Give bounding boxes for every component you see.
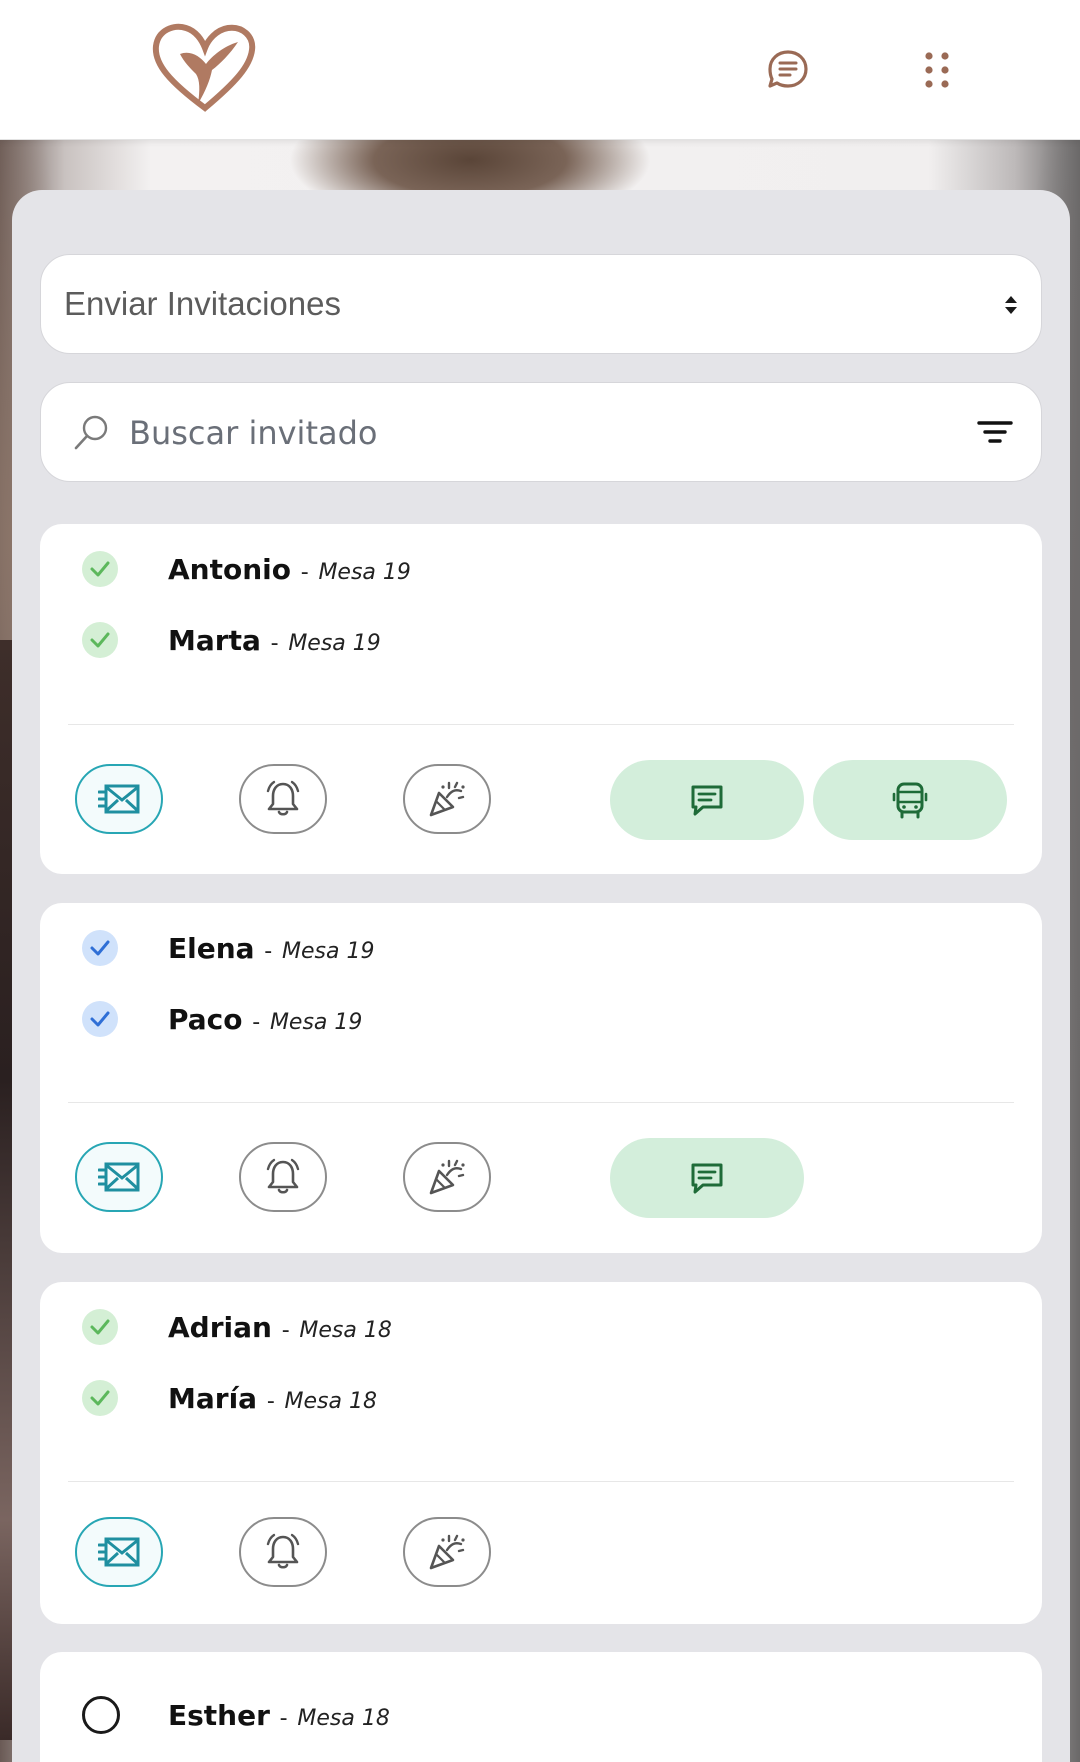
- search-icon: [74, 415, 108, 450]
- guest-name: Paco - Mesa 19: [168, 1002, 363, 1036]
- search-input[interactable]: [129, 405, 909, 461]
- invited-check-icon[interactable]: [82, 1001, 118, 1037]
- celebration-button[interactable]: [403, 1517, 491, 1587]
- party-popper-icon: [429, 1159, 465, 1195]
- send-mail-icon: [98, 1162, 140, 1192]
- guest-row[interactable]: Marta - Mesa 19: [40, 615, 1042, 665]
- send-mail-icon: [98, 1537, 140, 1567]
- confirmed-check-icon[interactable]: [82, 622, 118, 658]
- guest-search: [40, 382, 1042, 482]
- action-select[interactable]: Enviar Invitaciones: [40, 254, 1042, 354]
- action-select-value: Enviar Invitaciones: [64, 285, 341, 322]
- reminder-button[interactable]: [239, 1517, 327, 1587]
- reminder-button[interactable]: [239, 764, 327, 834]
- divider: [68, 724, 1014, 725]
- guest-group-card: Antonio - Mesa 19 Marta - Mesa 19: [40, 524, 1042, 874]
- filter-icon[interactable]: [977, 417, 1013, 449]
- send-invitation-button[interactable]: [75, 1517, 163, 1587]
- divider: [68, 1102, 1014, 1103]
- guest-name: Esther - Mesa 18: [168, 1698, 390, 1732]
- guest-name: Antonio - Mesa 19: [168, 552, 411, 586]
- guest-table: Mesa 19: [269, 1009, 363, 1035]
- bus-icon: [892, 782, 928, 819]
- guest-table: Mesa 19: [288, 630, 381, 656]
- guest-table: Mesa 19: [318, 559, 411, 585]
- guest-name: Marta - Mesa 19: [168, 623, 381, 657]
- guest-group-card: Elena - Mesa 19 Paco - Mesa 19: [40, 903, 1042, 1253]
- guest-row[interactable]: Elena - Mesa 19: [40, 923, 1042, 973]
- top-app-bar: [0, 0, 1080, 140]
- celebration-button[interactable]: [403, 764, 491, 834]
- divider: [68, 1481, 1014, 1482]
- bus-button[interactable]: [813, 760, 1007, 840]
- heart-hummingbird-logo[interactable]: [150, 20, 260, 115]
- party-popper-icon: [429, 1534, 465, 1570]
- guest-row[interactable]: Adrian - Mesa 18: [40, 1302, 1042, 1352]
- sort-caret-icon: [1005, 296, 1017, 314]
- unselected-circle-icon[interactable]: [82, 1696, 120, 1734]
- reminder-button[interactable]: [239, 1142, 327, 1212]
- guest-row[interactable]: Esther - Mesa 18: [40, 1690, 1042, 1740]
- app-menu-button[interactable]: [907, 40, 967, 100]
- send-invitation-button[interactable]: [75, 1142, 163, 1212]
- guest-name: María - Mesa 18: [168, 1381, 377, 1415]
- bell-icon: [266, 1533, 300, 1569]
- confirmed-check-icon[interactable]: [82, 1309, 118, 1345]
- guest-group-card: Esther - Mesa 18: [40, 1652, 1042, 1762]
- invited-check-icon[interactable]: [82, 930, 118, 966]
- message-icon: [691, 785, 723, 816]
- message-icon: [691, 1163, 723, 1194]
- celebration-button[interactable]: [403, 1142, 491, 1212]
- send-mail-icon: [98, 784, 140, 814]
- guest-table: Mesa 18: [299, 1317, 392, 1343]
- guest-group-card: Adrian - Mesa 18 María - Mesa 18: [40, 1282, 1042, 1624]
- bell-icon: [266, 1158, 300, 1194]
- guest-row[interactable]: Antonio - Mesa 19: [40, 544, 1042, 594]
- message-button[interactable]: [610, 760, 804, 840]
- guest-row[interactable]: María - Mesa 18: [40, 1373, 1042, 1423]
- guest-name: Elena - Mesa 19: [168, 931, 375, 965]
- photo-edge: [0, 640, 12, 1740]
- confirmed-check-icon[interactable]: [82, 1380, 118, 1416]
- send-invitation-button[interactable]: [75, 764, 163, 834]
- guest-table: Mesa 19: [282, 938, 375, 964]
- chat-bubble-icon: [768, 50, 808, 88]
- guest-table: Mesa 18: [284, 1388, 377, 1414]
- chat-button[interactable]: [758, 40, 818, 100]
- guest-name: Adrian - Mesa 18: [168, 1310, 392, 1344]
- guest-row[interactable]: Paco - Mesa 19: [40, 994, 1042, 1044]
- bell-icon: [266, 780, 300, 816]
- grid-dots-icon: [925, 52, 949, 88]
- message-button[interactable]: [610, 1138, 804, 1218]
- party-popper-icon: [429, 781, 465, 817]
- confirmed-check-icon[interactable]: [82, 551, 118, 587]
- guest-table: Mesa 18: [297, 1705, 390, 1731]
